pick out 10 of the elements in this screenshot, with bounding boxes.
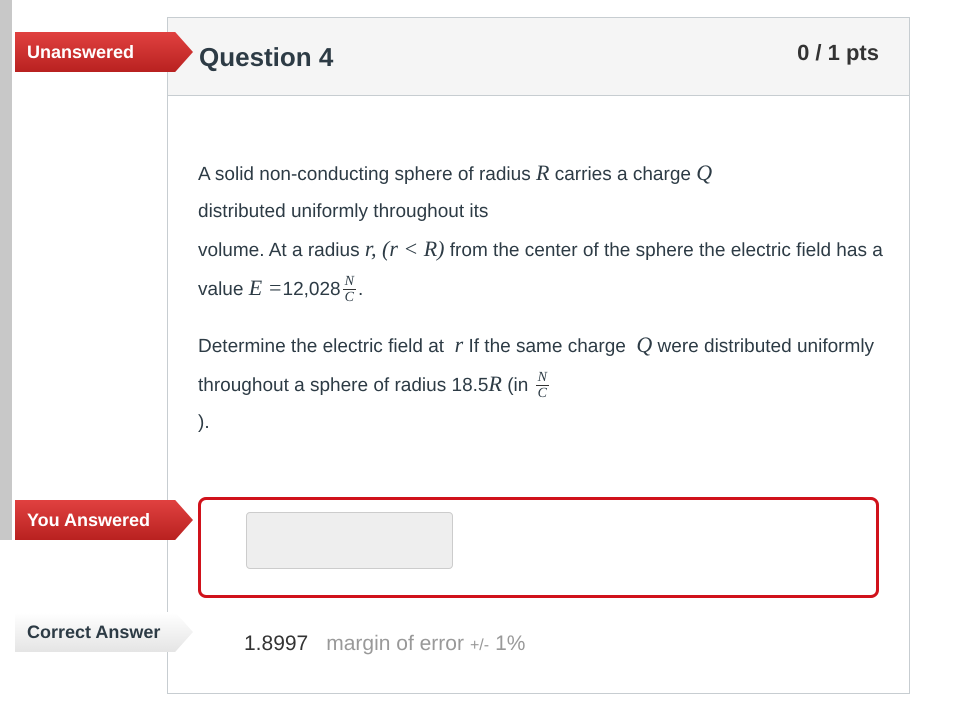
answer-flag: You Answered xyxy=(15,500,193,540)
status-flag: Unanswered xyxy=(15,32,193,72)
correct-answer-value: 1.8997 xyxy=(244,631,308,657)
points-text: 0 / 1 pts xyxy=(797,39,879,67)
question-title: Question 4 xyxy=(199,41,334,74)
answer-flag: Correct Answer xyxy=(15,612,193,652)
tolerance-value: 1% xyxy=(495,631,526,657)
tolerance-sign: +/- xyxy=(470,636,490,656)
answer-field[interactable] xyxy=(246,512,453,569)
margin-label: margin of error xyxy=(326,631,464,657)
